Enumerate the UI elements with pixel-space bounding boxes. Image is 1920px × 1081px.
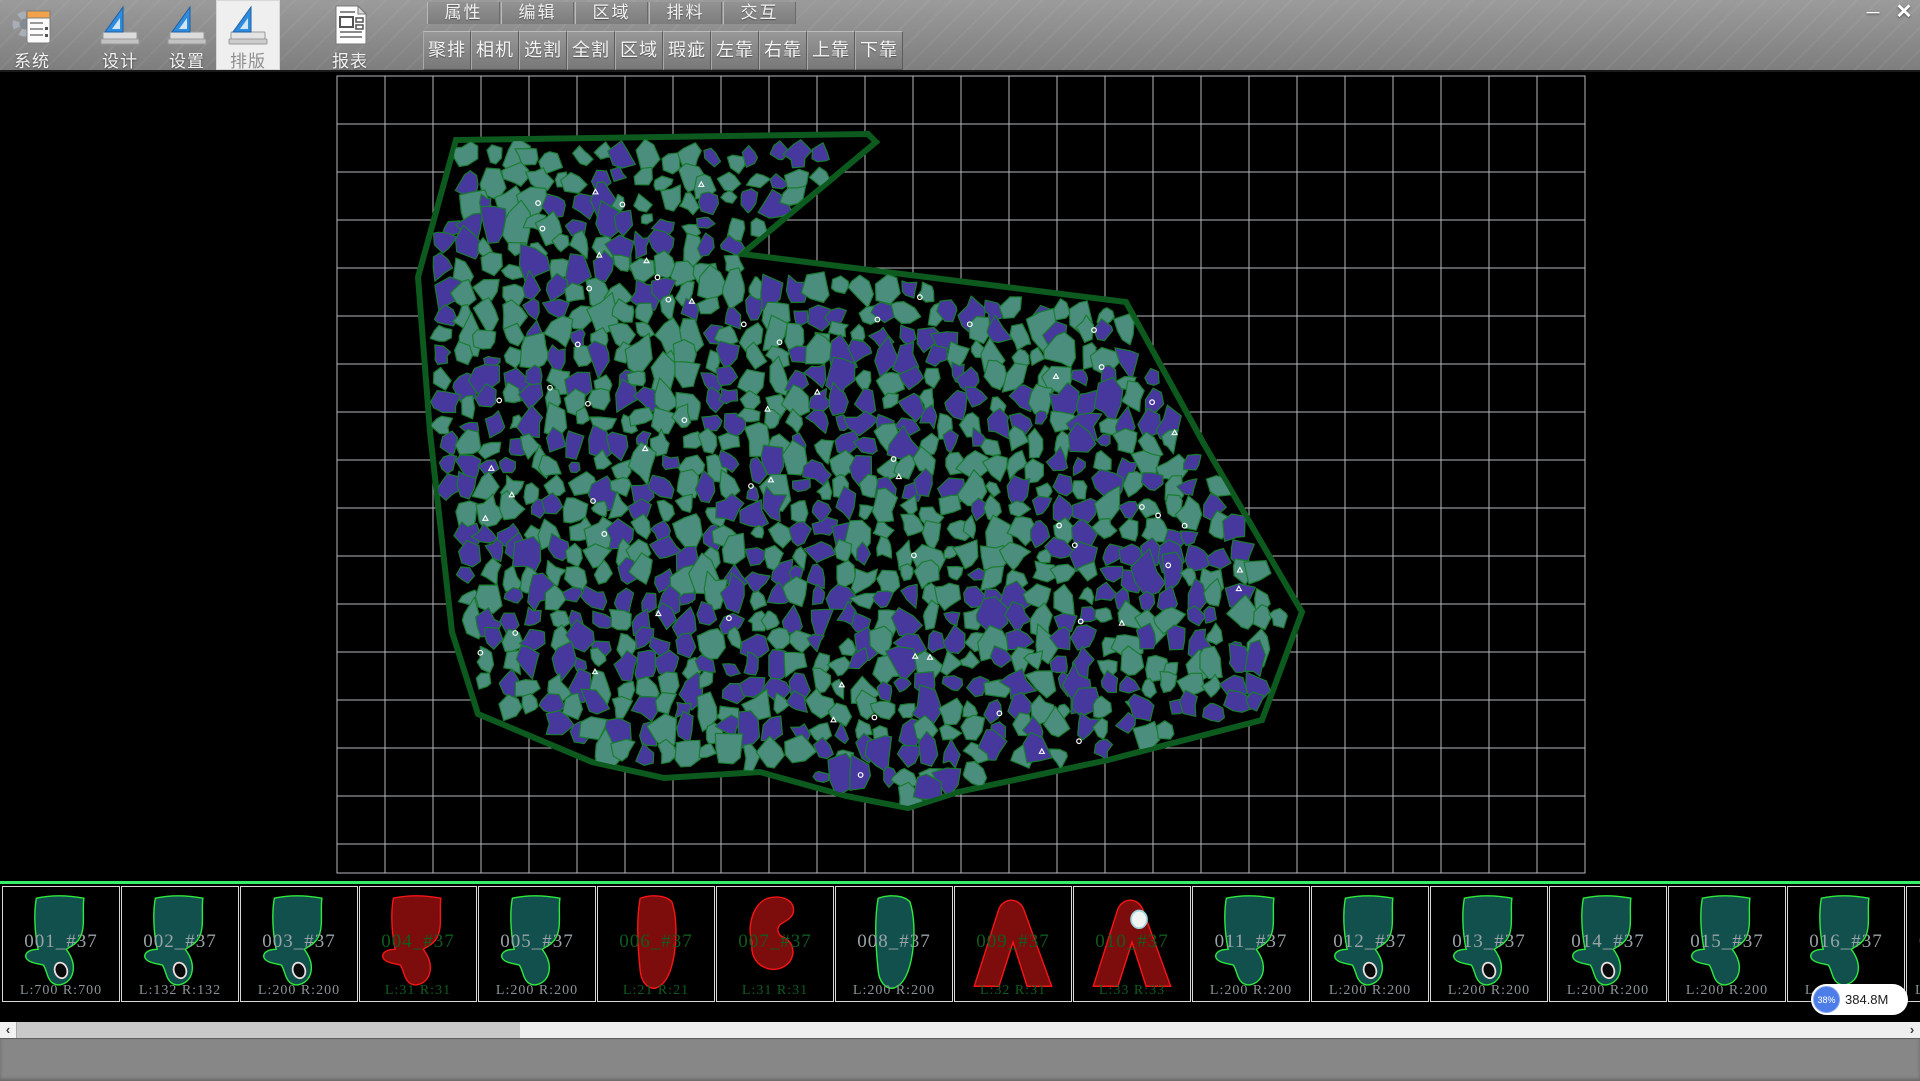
app-button-label: 系统: [0, 47, 64, 72]
part-count-lr: L:32 R:31: [955, 983, 1071, 999]
part-thumbnail-6[interactable]: 006_#37 L:21 R:21: [597, 886, 715, 1002]
scroll-right-icon[interactable]: ›: [1904, 1022, 1920, 1038]
part-name: 014_#37: [1550, 931, 1666, 953]
part-thumbnail-14[interactable]: 014_#37 L:200 R:200: [1549, 886, 1667, 1002]
tool-item-5[interactable]: 区域: [615, 31, 663, 70]
part-name: 004_#37: [360, 931, 476, 953]
menu-item-2[interactable]: 编辑: [501, 2, 574, 24]
menu-item-1[interactable]: 属性: [427, 2, 500, 24]
part-name: 016_#37: [1788, 931, 1904, 953]
tool-item-2[interactable]: 相机: [471, 31, 519, 70]
part-name: 005_#37: [479, 931, 595, 953]
app-button-report[interactable]: 报表: [318, 0, 382, 70]
app-button-label: 排版: [216, 47, 280, 72]
horizontal-scrollbar[interactable]: ‹ ›: [0, 1022, 1920, 1038]
part-count-lr: L:31 R:31: [717, 983, 833, 999]
part-thumbnail-9[interactable]: 009_#37 L:32 R:31: [954, 886, 1072, 1002]
part-name: 002_#37: [122, 931, 238, 953]
memory-value: 384.8M: [1845, 992, 1888, 1007]
tool-item-7[interactable]: 左靠: [711, 31, 759, 70]
part-name: 007_#37: [717, 931, 833, 953]
part-count-lr: L:33 R:33: [1074, 983, 1190, 999]
part-name: 015_#37: [1669, 931, 1785, 953]
part-thumbnail-15[interactable]: 015_#37 L:200 R:200: [1668, 886, 1786, 1002]
design-setsquare-icon: [98, 3, 142, 47]
part-thumbnail-17[interactable]: 0 L:: [1906, 886, 1920, 1002]
part-count-lr: L:132 R:132: [122, 983, 238, 999]
part-thumbnail-12[interactable]: 012_#37 L:200 R:200: [1311, 886, 1429, 1002]
tool-item-6[interactable]: 瑕疵: [663, 31, 711, 70]
parts-thumbnails: 001_#37L:700 R:700002_#37L:132 R:132003_…: [2, 886, 1920, 1002]
part-thumbnail-4[interactable]: 004_#37 L:31 R:31: [359, 886, 477, 1002]
part-count-lr: L:31 R:31: [360, 983, 476, 999]
parts-strip: 001_#37L:700 R:700002_#37L:132 R:132003_…: [0, 881, 1920, 1022]
scroll-left-icon[interactable]: ‹: [0, 1022, 17, 1038]
layout-setsquare-icon: [226, 3, 270, 47]
part-thumbnail-2[interactable]: 002_#37 L:132 R:132: [121, 886, 239, 1002]
part-count-lr: L:700 R:700: [3, 983, 119, 999]
strip-top-line: [0, 881, 1920, 884]
part-thumbnail-13[interactable]: 013_#37 L:200 R:200: [1430, 886, 1548, 1002]
menu-item-5[interactable]: 交互: [723, 2, 796, 24]
part-count-lr: L:200 R:200: [241, 983, 357, 999]
part-name: 008_#37: [836, 931, 952, 953]
part-name: 006_#37: [598, 931, 714, 953]
part-thumbnail-8[interactable]: 008_#37 L:200 R:200: [835, 886, 953, 1002]
part-name: 003_#37: [241, 931, 357, 953]
tool-item-4[interactable]: 全割: [567, 31, 615, 70]
part-name: 009_#37: [955, 931, 1071, 953]
app-button-layout[interactable]: 排版: [216, 0, 280, 70]
menu-item-4[interactable]: 排料: [649, 2, 722, 24]
memory-pill: 38% 384.8M: [1811, 984, 1908, 1015]
part-thumbnail-10[interactable]: 010_#37 L:33 R:33: [1073, 886, 1191, 1002]
app-button-label: 设置: [155, 47, 219, 72]
part-thumbnail-1[interactable]: 001_#37 L:700 R:700: [2, 886, 120, 1002]
part-count-lr: L:200 R:200: [1550, 983, 1666, 999]
part-thumbnail-5[interactable]: 005_#37 L:200 R:200: [478, 886, 596, 1002]
report-document-icon: [328, 3, 372, 47]
settings-setsquare-icon: [165, 3, 209, 47]
part-count-lr: L:21 R:21: [598, 983, 714, 999]
scrollbar-thumb[interactable]: [520, 1022, 1904, 1038]
part-count-lr: L:200 R:200: [1312, 983, 1428, 999]
menu-item-3[interactable]: 区域: [575, 2, 648, 24]
nesting-canvas[interactable]: [0, 72, 1920, 881]
part-thumbnail-11[interactable]: 011_#37 L:200 R:200: [1192, 886, 1310, 1002]
part-name: 011_#37: [1193, 931, 1309, 953]
part-count-lr: L:200 R:200: [1669, 983, 1785, 999]
part-name: 013_#37: [1431, 931, 1547, 953]
part-thumbnail-3[interactable]: 003_#37 L:200 R:200: [240, 886, 358, 1002]
part-count-lr: L:200 R:200: [1193, 983, 1309, 999]
part-count-lr: L:200 R:200: [836, 983, 952, 999]
part-name: 001_#37: [3, 931, 119, 953]
top-toolbar: 系统 设计 设置: [0, 0, 1920, 72]
part-count-lr: L:200 R:200: [1431, 983, 1547, 999]
system-gear-icon: [10, 3, 54, 47]
minimize-button[interactable]: ─: [1858, 0, 1888, 24]
app-window: 系统 设计 设置: [0, 0, 1920, 1080]
percent-badge: 38%: [1813, 986, 1840, 1013]
nesting-svg: [0, 72, 1920, 881]
tool-item-10[interactable]: 下靠: [855, 31, 903, 70]
tool-item-9[interactable]: 上靠: [807, 31, 855, 70]
tool-item-3[interactable]: 选割: [519, 31, 567, 70]
app-button-system[interactable]: 系统: [0, 0, 64, 70]
window-bottom-bar: [0, 1038, 1920, 1081]
part-name: 0: [1907, 931, 1920, 953]
part-thumbnail-7[interactable]: 007_#37 L:31 R:31: [716, 886, 834, 1002]
app-button-design[interactable]: 设计: [88, 0, 152, 70]
part-count-lr: L:200 R:200: [479, 983, 595, 999]
tool-item-8[interactable]: 右靠: [759, 31, 807, 70]
app-button-settings[interactable]: 设置: [155, 0, 219, 70]
tool-item-1[interactable]: 聚排: [423, 31, 471, 70]
close-button[interactable]: ✕: [1888, 0, 1920, 24]
part-count-lr: L:: [1907, 983, 1920, 999]
app-button-label: 报表: [318, 47, 382, 72]
part-name: 010_#37: [1074, 931, 1190, 953]
part-name: 012_#37: [1312, 931, 1428, 953]
app-button-label: 设计: [88, 47, 152, 72]
